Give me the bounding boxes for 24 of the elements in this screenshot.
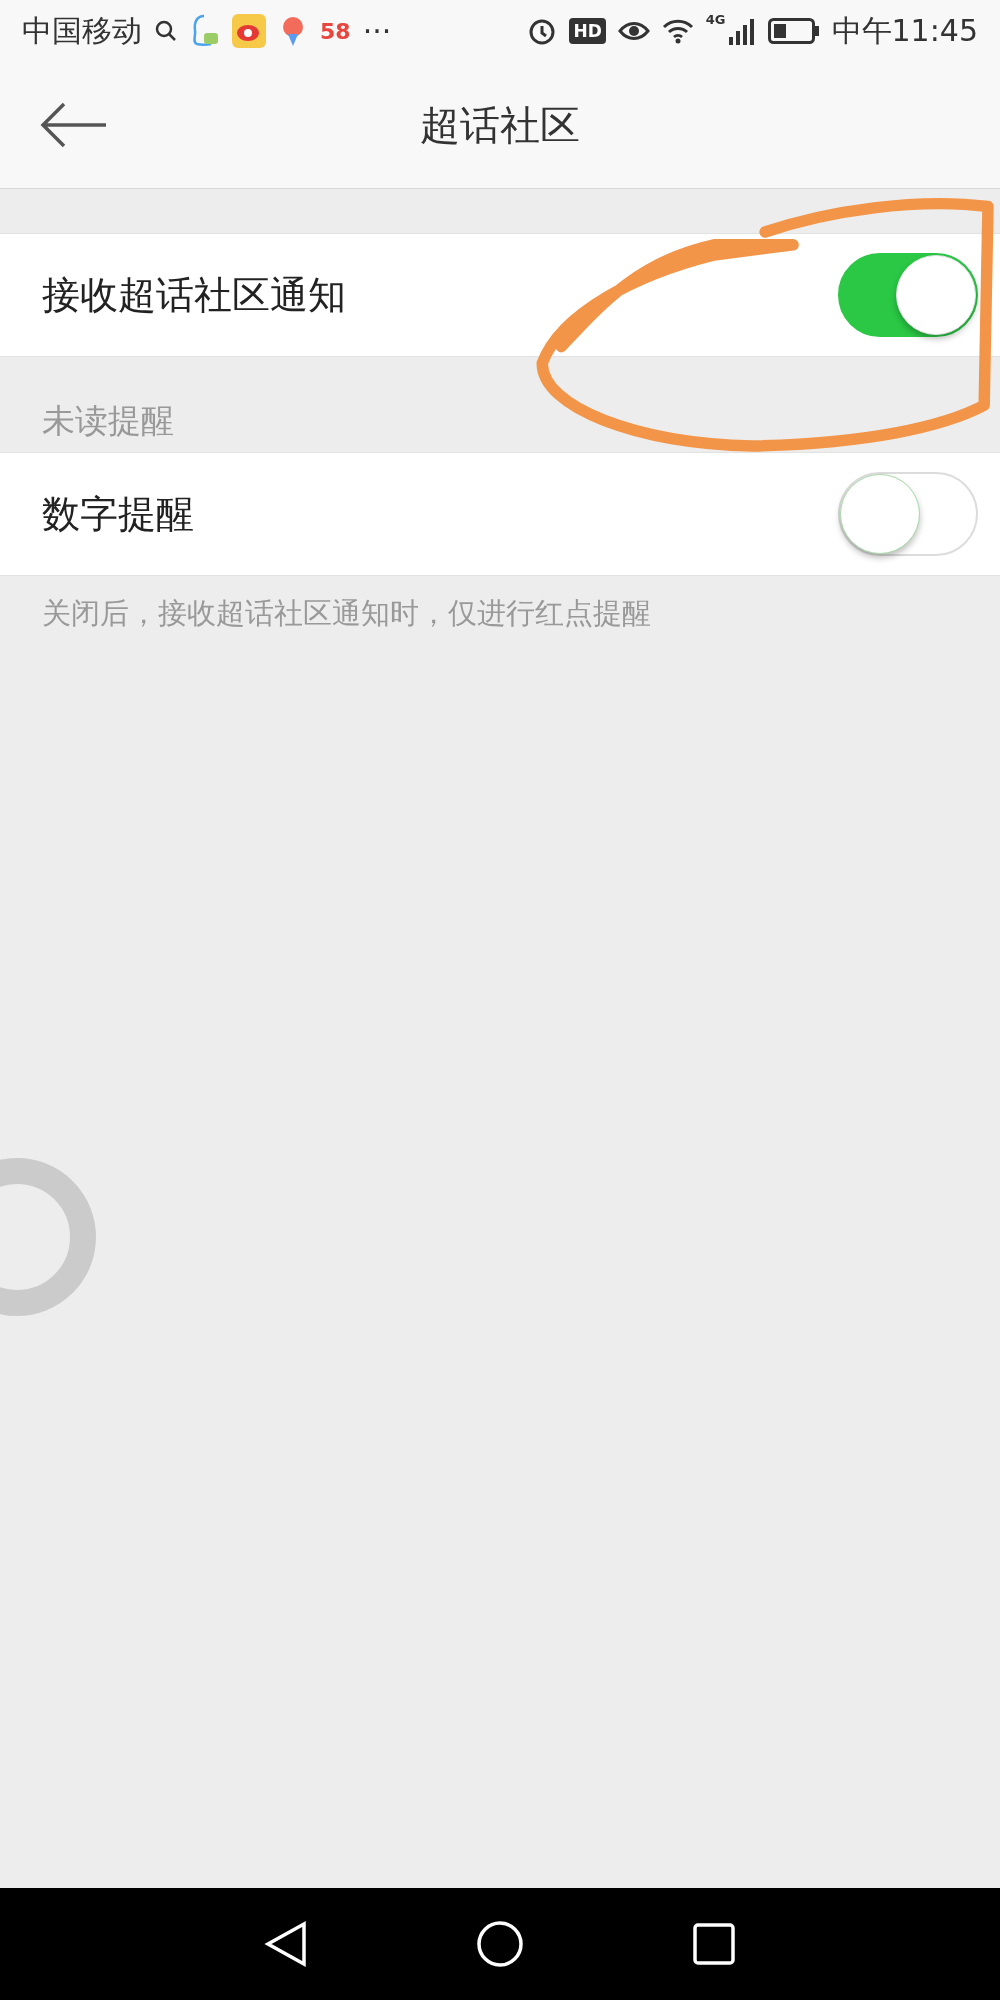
- search-icon: [154, 19, 178, 43]
- setting-label: 接收超话社区通知: [42, 271, 347, 319]
- battery-icon: [767, 18, 820, 44]
- network-type-text: 4G: [705, 12, 726, 27]
- back-arrow-icon[interactable]: [40, 102, 108, 148]
- back-nav-icon[interactable]: [264, 1920, 308, 1968]
- more-text: ···: [362, 13, 392, 49]
- hd-badge: HD: [569, 18, 606, 44]
- app-logo-text: 58: [320, 18, 351, 44]
- signal-icon: [727, 17, 756, 45]
- home-nav-icon[interactable]: [476, 1920, 524, 1968]
- eye-logo-icon: [232, 14, 266, 48]
- wifi-icon: [661, 18, 694, 44]
- section-label: 未读提醒: [41, 400, 175, 442]
- page-title: 超话社区: [420, 100, 580, 150]
- chat-bubble-icon: [190, 14, 220, 48]
- time-text: 中午11:45: [831, 11, 978, 50]
- toggle-switch[interactable]: [838, 253, 978, 337]
- toggle-switch[interactable]: [838, 472, 978, 556]
- recents-nav-icon[interactable]: [692, 1922, 736, 1966]
- hint-text: 关闭后，接收超话社区通知时，仅进行红点提醒: [41, 595, 652, 632]
- setting-label: 数字提醒: [42, 490, 195, 538]
- carrier-text: 中国移动: [22, 11, 142, 50]
- eye-icon: [617, 19, 650, 43]
